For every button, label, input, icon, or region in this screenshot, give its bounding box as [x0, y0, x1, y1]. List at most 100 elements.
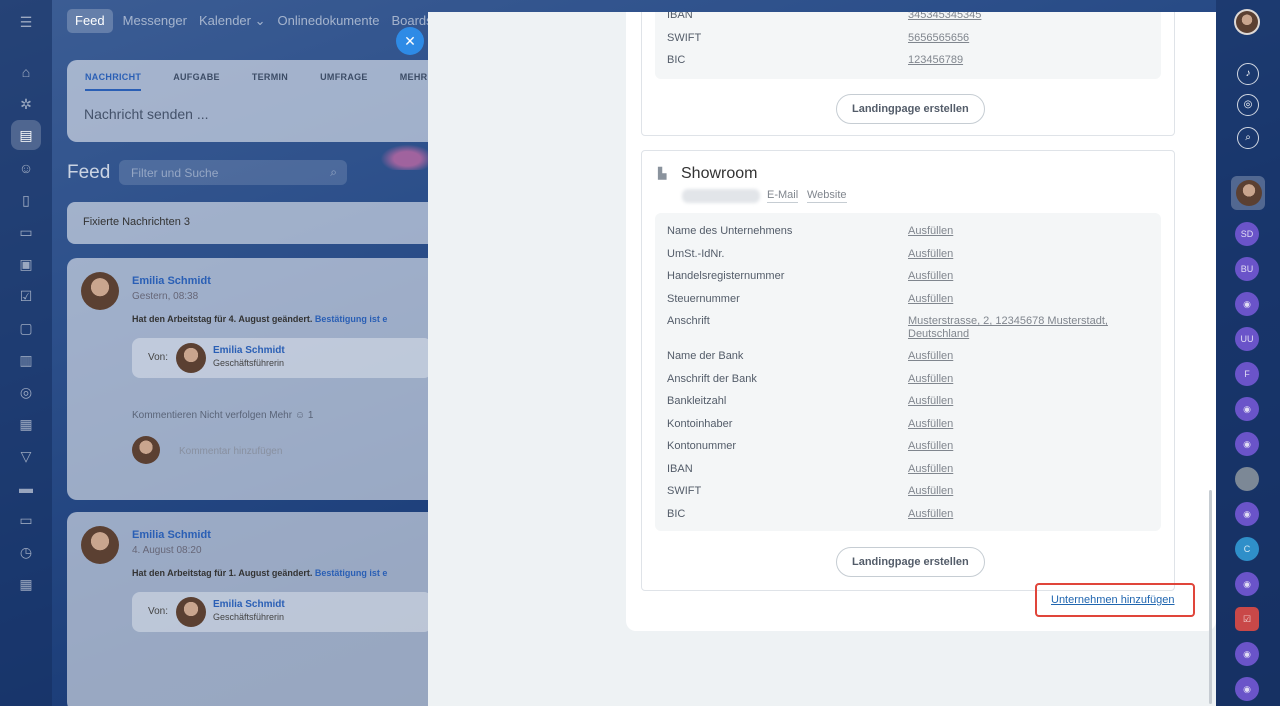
field-label: IBAN: [667, 12, 693, 21]
avatar[interactable]: [81, 526, 119, 564]
chat-icon[interactable]: ◉: [1235, 397, 1259, 421]
search-icon: ⌕: [330, 165, 337, 179]
task-icon[interactable]: ☑: [16, 286, 36, 306]
company-fields: IBAN 345345345345 SWIFT 5656565656 BIC 1…: [655, 12, 1161, 79]
target-icon[interactable]: ◎: [16, 382, 36, 402]
landing-page-button[interactable]: Landingpage erstellen: [836, 94, 985, 124]
tab-event[interactable]: TERMIN: [252, 72, 288, 91]
avatar[interactable]: [1236, 180, 1262, 206]
close-icon: ✕: [404, 33, 416, 49]
field-label: BIC: [667, 54, 686, 66]
comment-input[interactable]: Kommentar hinzufügen: [179, 446, 282, 457]
home-icon[interactable]: ⌂: [16, 62, 36, 82]
avatar[interactable]: [1235, 467, 1259, 491]
feed-post: Emilia Schmidt Gestern, 08:38 Hat den Ar…: [67, 258, 447, 500]
search-input[interactable]: Filter und Suche ⌕: [119, 160, 347, 185]
post-author[interactable]: Emilia Schmidt: [132, 529, 211, 541]
chat-icon[interactable]: ◉: [1235, 432, 1259, 456]
chat-badge[interactable]: UU: [1235, 327, 1259, 351]
website-link[interactable]: Website: [807, 189, 847, 203]
blurred-phone: [682, 189, 760, 203]
gear-icon[interactable]: ✲: [16, 94, 36, 114]
from-role: Geschäftsführerin: [213, 612, 285, 622]
menu-icon[interactable]: ☰: [16, 12, 36, 32]
post-time: Gestern, 08:38: [132, 291, 199, 302]
requisites-slider: IBAN 345345345345 SWIFT 5656565656 BIC 1…: [428, 12, 1216, 706]
chart-icon[interactable]: ▥: [16, 350, 36, 370]
post-from-box: Von: Emilia Schmidt Geschäftsführerin: [132, 338, 432, 378]
field-value[interactable]: Ausfüllen: [908, 270, 1148, 283]
message-input[interactable]: Nachricht senden ...: [67, 91, 447, 137]
screen-icon[interactable]: ▣: [16, 254, 36, 274]
chat-search-icon[interactable]: ⌕: [1237, 127, 1259, 149]
field-value[interactable]: 5656565656: [908, 32, 1148, 45]
avatar[interactable]: [81, 272, 119, 310]
chat-icon[interactable]: ▢: [16, 318, 36, 338]
chat-badge[interactable]: F: [1235, 362, 1259, 386]
from-name[interactable]: Emilia Schmidt: [213, 599, 285, 610]
tab-poll[interactable]: UMFRAGE: [320, 72, 368, 91]
email-link[interactable]: E-Mail: [767, 189, 799, 203]
task-icon[interactable]: ☑: [1235, 607, 1259, 631]
chat-badge[interactable]: BU: [1235, 257, 1259, 281]
post-actions[interactable]: Kommentieren Nicht verfolgen Mehr ☺ 1: [132, 410, 313, 421]
users-icon[interactable]: ☺: [16, 158, 36, 178]
field-value[interactable]: Ausfüllen: [908, 463, 1148, 476]
document-icon[interactable]: ▯: [16, 190, 36, 210]
post-author[interactable]: Emilia Schmidt: [132, 275, 211, 287]
avatar[interactable]: [176, 343, 206, 373]
company-block-showroom: ▙ Showroom E-Mail Website Name des Unter…: [641, 150, 1175, 591]
from-name[interactable]: Emilia Schmidt: [213, 345, 285, 356]
chat-icon[interactable]: ◉: [1235, 677, 1259, 701]
tab-task[interactable]: AUFGABE: [173, 72, 220, 91]
inbox-icon[interactable]: ▭: [16, 510, 36, 530]
grid-icon[interactable]: ▦: [16, 574, 36, 594]
field-value[interactable]: Ausfüllen: [908, 418, 1148, 431]
field-value[interactable]: Ausfüllen: [908, 248, 1148, 261]
clock-icon[interactable]: ◷: [16, 542, 36, 562]
decorative-image: [376, 142, 428, 170]
chat-icon[interactable]: ◉: [1235, 292, 1259, 316]
field-value[interactable]: Musterstrasse, 2, 12345678 Musterstadt, …: [908, 315, 1148, 341]
field-value[interactable]: 123456789: [908, 54, 1148, 67]
funnel-icon[interactable]: ▽: [16, 446, 36, 466]
add-company-link[interactable]: Unternehmen hinzufügen: [1051, 594, 1175, 606]
post-text-body: Hat den Arbeitstag für 1. August geänder…: [132, 568, 313, 578]
field-value[interactable]: Ausfüllen: [908, 293, 1148, 306]
field-value[interactable]: Ausfüllen: [908, 225, 1148, 238]
drive-icon[interactable]: ▭: [16, 222, 36, 242]
chat-icon[interactable]: ◉: [1235, 642, 1259, 666]
field-value[interactable]: Ausfüllen: [908, 440, 1148, 453]
field-value[interactable]: Ausfüllen: [908, 350, 1148, 363]
page-title: Feed: [67, 162, 111, 183]
post-link[interactable]: Bestätigung ist e: [315, 568, 388, 578]
field-label: Bankleitzahl: [667, 395, 727, 407]
field-value[interactable]: Ausfüllen: [908, 485, 1148, 498]
close-button[interactable]: ✕: [396, 27, 424, 55]
field-value[interactable]: 345345345345: [908, 12, 1148, 22]
chat-badge[interactable]: SD: [1235, 222, 1259, 246]
chat-icon[interactable]: ◉: [1235, 572, 1259, 596]
bell-icon[interactable]: ♪: [1237, 63, 1259, 85]
landing-page-button[interactable]: Landingpage erstellen: [836, 547, 985, 577]
tab-message[interactable]: NACHRICHT: [85, 72, 142, 91]
field-value[interactable]: Ausfüllen: [908, 395, 1148, 408]
pinned-messages[interactable]: Fixierte Nachrichten 3: [67, 202, 447, 244]
copilot-icon[interactable]: ◎: [1237, 94, 1259, 116]
user-avatar[interactable]: [1234, 9, 1260, 35]
card-icon[interactable]: ▬: [16, 478, 36, 498]
field-value[interactable]: Ausfüllen: [908, 508, 1148, 521]
chat-badge[interactable]: C: [1235, 537, 1259, 561]
company-title: Showroom: [681, 165, 758, 182]
field-label: Anschrift: [667, 315, 710, 327]
chat-icon[interactable]: ◉: [1235, 502, 1259, 526]
field-value[interactable]: Ausfüllen: [908, 373, 1148, 386]
building-icon: ▙: [658, 168, 667, 180]
avatar[interactable]: [176, 597, 206, 627]
feed-icon[interactable]: ▤: [11, 120, 41, 150]
scrollbar[interactable]: [1209, 490, 1212, 704]
shop-icon[interactable]: ▦: [16, 414, 36, 434]
tab-more[interactable]: MEHR: [400, 72, 428, 91]
post-from-box: Von: Emilia Schmidt Geschäftsführerin: [132, 592, 432, 632]
post-link[interactable]: Bestätigung ist e: [315, 314, 388, 324]
